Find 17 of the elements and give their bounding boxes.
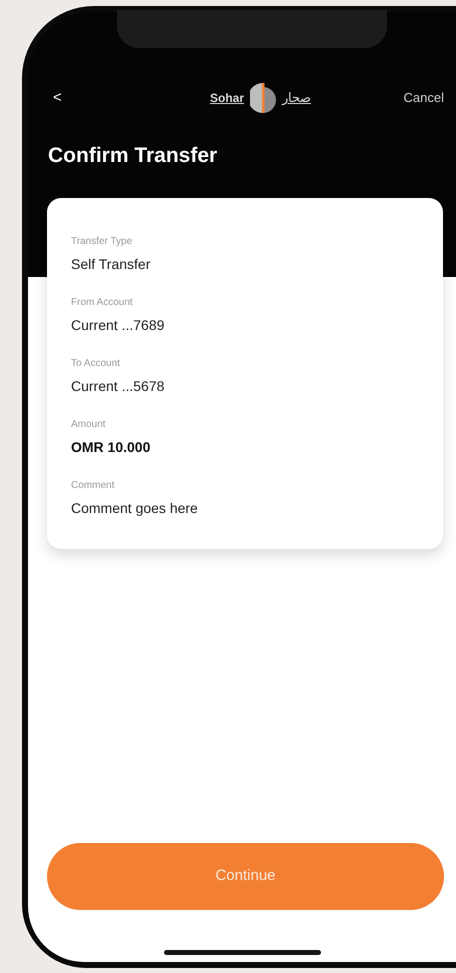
brand-name: Sohar bbox=[210, 90, 244, 107]
cancel-button[interactable]: Cancel bbox=[374, 88, 444, 108]
home-indicator[interactable] bbox=[164, 950, 320, 955]
screen-title: Confirm Transfer bbox=[47, 143, 218, 169]
logo-icon bbox=[250, 81, 276, 115]
field-label: From Account bbox=[71, 296, 134, 310]
field-label: Amount bbox=[71, 418, 106, 432]
field-value: Current ...7689 bbox=[71, 316, 166, 334]
field-label: Transfer Type bbox=[71, 234, 134, 248]
field-label: To Account bbox=[71, 356, 121, 370]
field-value: OMR 10.000 bbox=[71, 438, 152, 456]
field-value: Self Transfer bbox=[71, 254, 152, 274]
back-button[interactable]: < bbox=[47, 86, 107, 110]
field-label: Comment bbox=[71, 478, 116, 492]
brand-name-arabic: صحار bbox=[282, 89, 311, 108]
field-value: Current ...5678 bbox=[71, 376, 166, 396]
field-value: Comment goes here bbox=[71, 498, 199, 518]
